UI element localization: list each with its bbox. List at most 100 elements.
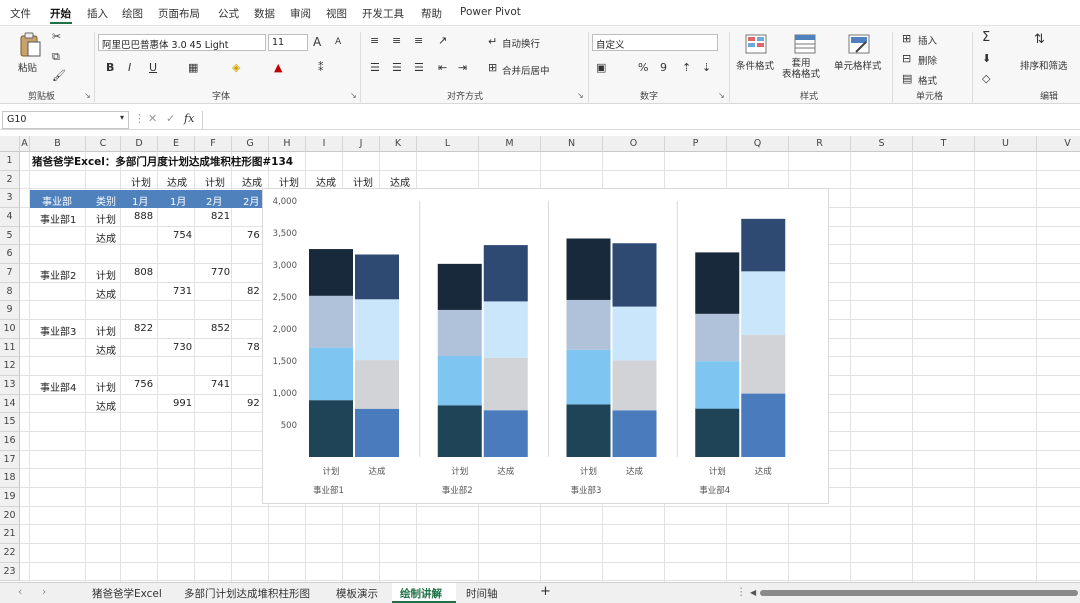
menu-file[interactable]: 文件 — [10, 6, 31, 21]
orientation-icon[interactable]: ↗ — [438, 34, 447, 47]
row-header[interactable]: 10 — [0, 319, 20, 339]
row-header[interactable]: 5 — [0, 226, 20, 246]
phonetic-icon[interactable]: ⁑ — [318, 61, 324, 74]
cut-icon[interactable]: ✂ — [52, 30, 61, 43]
menu-view[interactable]: 视图 — [326, 6, 347, 21]
row-header[interactable]: 2 — [0, 170, 20, 190]
font-color-icon[interactable]: ▲ — [274, 61, 282, 74]
decrease-decimal-icon[interactable]: ⇣ — [702, 61, 711, 74]
column-header[interactable]: D — [121, 136, 158, 152]
row-header[interactable]: 16 — [0, 431, 20, 451]
insert-cells-button[interactable]: 插入 — [918, 33, 937, 47]
column-header[interactable]: G — [232, 136, 269, 152]
stacked-column-chart[interactable]: 500 1,000 1,500 2,000 2,500 3,000 3,500 4,000 计划… — [262, 188, 829, 504]
menu-home[interactable]: 开始 — [50, 6, 71, 21]
align-left-icon[interactable]: ☰ — [370, 61, 380, 74]
tab-sheet-2[interactable]: 多部门计划达成堆积柱形图 — [184, 586, 310, 601]
format-painter-icon[interactable]: 🖌 — [52, 69, 66, 82]
bold-button[interactable]: B — [106, 61, 114, 74]
row-header[interactable]: 21 — [0, 525, 20, 544]
menu-review[interactable]: 审阅 — [290, 6, 311, 21]
row-header[interactable]: 22 — [0, 543, 20, 563]
column-header[interactable]: V — [1037, 136, 1080, 152]
indent-decrease-icon[interactable]: ⇤ — [438, 61, 447, 74]
font-size-select[interactable]: 11 — [268, 34, 308, 51]
row-header[interactable]: 6 — [0, 245, 20, 264]
column-header[interactable]: I — [306, 136, 343, 152]
column-header[interactable]: Q — [727, 136, 789, 152]
formula-options-icon[interactable]: ⋮ — [134, 112, 145, 125]
select-all-corner[interactable] — [0, 136, 20, 152]
wrap-text-icon[interactable]: ↵ — [488, 35, 497, 48]
indent-increase-icon[interactable]: ⇥ — [458, 61, 467, 74]
shrink-font-icon[interactable]: A — [335, 37, 341, 47]
column-header[interactable]: R — [789, 136, 851, 152]
formula-input[interactable] — [202, 111, 1078, 129]
currency-icon[interactable]: ▣ — [596, 61, 606, 74]
row-header[interactable]: 18 — [0, 469, 20, 488]
column-header[interactable]: S — [851, 136, 913, 152]
row-header[interactable]: 15 — [0, 413, 20, 432]
tab-options-icon[interactable]: ⋮ — [736, 586, 747, 598]
border-icon[interactable]: ▦ — [188, 61, 198, 74]
sort-filter-button[interactable]: 排序和筛选 — [1020, 58, 1068, 72]
autosum-button[interactable]: Σ — [982, 30, 990, 45]
column-header[interactable]: J — [343, 136, 380, 152]
horizontal-scrollbar[interactable] — [760, 590, 1078, 596]
align-right-icon[interactable]: ☰ — [414, 61, 424, 74]
column-header[interactable]: E — [158, 136, 195, 152]
name-box-dropdown-icon[interactable]: ▾ — [120, 113, 124, 122]
menu-help[interactable]: 帮助 — [421, 6, 442, 21]
number-format-select[interactable]: 自定义 — [592, 34, 718, 51]
tab-sheet-3[interactable]: 模板演示 — [336, 586, 378, 601]
clear-icon[interactable]: ◇ — [982, 72, 990, 85]
row-header[interactable]: 9 — [0, 301, 20, 320]
hscroll-left-icon[interactable]: ◀ — [750, 588, 756, 597]
row-header[interactable]: 13 — [0, 375, 20, 395]
row-header[interactable]: 23 — [0, 562, 20, 582]
column-header[interactable]: U — [975, 136, 1037, 152]
column-header[interactable]: M — [479, 136, 541, 152]
cancel-icon[interactable]: ✕ — [148, 112, 157, 125]
tab-sheet-5[interactable]: 时间轴 — [466, 586, 498, 601]
cell-styles-button[interactable]: 单元格样式 — [834, 58, 882, 72]
column-header[interactable]: B — [30, 136, 86, 152]
menu-draw[interactable]: 绘图 — [122, 6, 143, 21]
column-header[interactable]: F — [195, 136, 232, 152]
align-bottom-icon[interactable]: ≡ — [414, 34, 423, 47]
paste-button[interactable]: 粘贴 — [18, 60, 37, 74]
font-launcher-icon[interactable]: ↘ — [350, 91, 357, 100]
column-header[interactable]: K — [380, 136, 417, 152]
percent-button[interactable]: % — [638, 61, 648, 74]
tab-scroll-left-icon[interactable]: ‹ — [18, 586, 22, 598]
column-header[interactable]: H — [269, 136, 306, 152]
menu-developer[interactable]: 开发工具 — [362, 6, 404, 21]
delete-cells-button[interactable]: 删除 — [918, 53, 937, 67]
comma-button[interactable]: 9 — [660, 61, 667, 74]
italic-button[interactable]: I — [128, 61, 131, 74]
merge-center-button[interactable]: 合并后居中 — [502, 63, 550, 77]
column-header[interactable]: P — [665, 136, 727, 152]
align-center-icon[interactable]: ☰ — [392, 61, 402, 74]
fill-icon[interactable]: ⬇ — [982, 52, 991, 65]
sort-filter-icon[interactable]: ⇅ — [1034, 32, 1045, 47]
name-box[interactable]: G10 — [2, 111, 129, 129]
delete-cells-icon[interactable]: ⊟ — [902, 52, 911, 65]
format-cells-button[interactable]: 格式 — [918, 73, 937, 87]
column-header[interactable]: C — [86, 136, 121, 152]
font-name-select[interactable]: 阿里巴巴普惠体 3.0 45 Light — [98, 34, 266, 51]
column-header[interactable]: O — [603, 136, 665, 152]
tab-sheet-4[interactable]: 绘制讲解 — [400, 586, 442, 601]
grow-font-icon[interactable]: A — [313, 35, 321, 49]
row-header[interactable]: 11 — [0, 338, 20, 358]
row-header[interactable]: 3 — [0, 189, 20, 208]
clipboard-launcher-icon[interactable]: ↘ — [84, 91, 91, 100]
merge-icon[interactable]: ⊞ — [488, 61, 497, 74]
tab-sheet-1[interactable]: 猪爸爸学Excel — [92, 586, 162, 601]
format-table-button[interactable]: 套用 表格格式 — [782, 58, 820, 80]
row-header[interactable]: 7 — [0, 263, 20, 283]
underline-button[interactable]: U — [149, 61, 157, 74]
number-launcher-icon[interactable]: ↘ — [718, 91, 725, 100]
column-header[interactable]: T — [913, 136, 975, 152]
row-header[interactable]: 14 — [0, 394, 20, 414]
